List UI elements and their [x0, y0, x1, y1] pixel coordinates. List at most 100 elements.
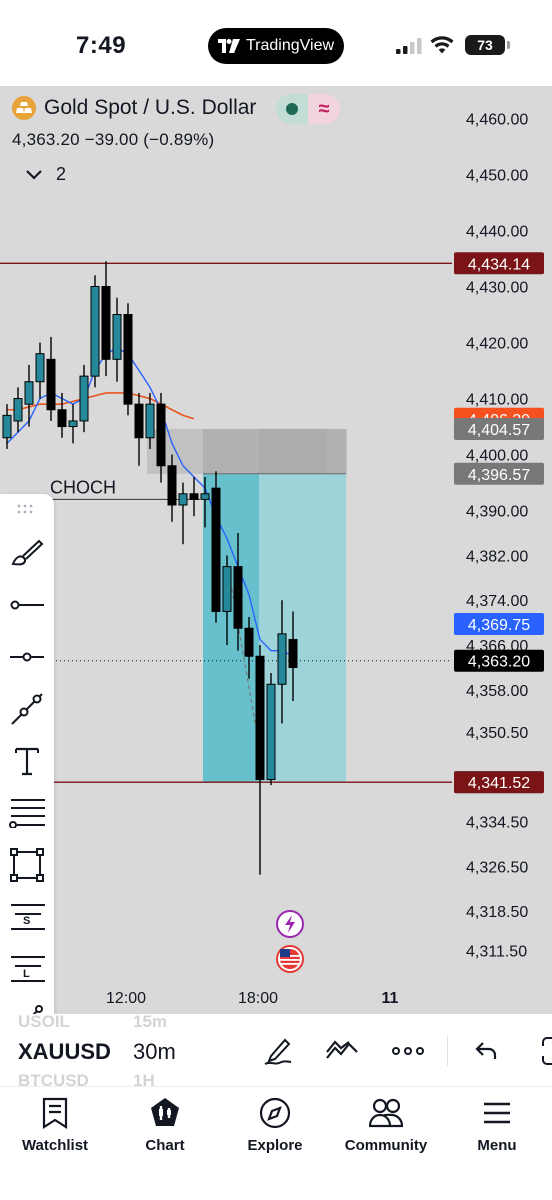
choch-label: CHOCH — [50, 477, 116, 497]
pen-icon — [264, 1038, 292, 1065]
candle-up — [112, 314, 122, 360]
status-bar: 7:49 TradingView 73 — [0, 0, 552, 86]
long-position-icon[interactable]: L — [6, 948, 48, 990]
price-tag: 4,404.57 — [454, 417, 544, 440]
nav-watchlist[interactable]: Watchlist — [0, 1095, 110, 1165]
price-axis-tick: 4,358.00 — [466, 683, 528, 700]
time-axis-tick: 12:00 — [106, 990, 146, 1007]
market-open-icon[interactable] — [276, 94, 308, 124]
price-axis-tick: 4,382.00 — [466, 548, 528, 565]
candle-up — [79, 375, 89, 422]
scroll-symbol-below[interactable]: BTCUSD — [18, 1071, 89, 1086]
price-tag: 4,396.57 — [454, 462, 544, 485]
price-axis-tick: 4,350.50 — [466, 725, 528, 742]
nav-menu[interactable]: Menu — [442, 1095, 552, 1165]
symbol-title: Gold Spot / U.S. Dollar — [44, 96, 257, 119]
indicators-button[interactable] — [322, 1034, 362, 1068]
chevron-down-icon — [26, 169, 42, 180]
market-status-pills[interactable]: ≈ — [276, 94, 340, 124]
candle-up — [277, 633, 287, 685]
short-position-icon[interactable]: S — [6, 896, 48, 938]
price-axis-tick: 4,410.00 — [466, 392, 528, 409]
candle-up — [35, 353, 45, 383]
community-icon — [369, 1098, 403, 1128]
price-axis-tick: 4,390.00 — [466, 504, 528, 521]
price-axis-tick: 4,318.50 — [466, 904, 528, 921]
scroll-interval-below[interactable]: 1H — [133, 1071, 155, 1086]
gold-bars-icon — [12, 96, 36, 120]
candle-up — [222, 566, 232, 612]
drag-handle-icon[interactable] — [6, 496, 48, 522]
nav-community[interactable]: Community — [331, 1095, 441, 1165]
price-tag: 4,341.52 — [454, 771, 544, 794]
drawing-toolbar: S L — [0, 494, 54, 1014]
price-tag-value: 4,396.57 — [468, 467, 530, 484]
time-axis-tick: 18:00 — [238, 990, 278, 1007]
price-axis-tick: 4,311.50 — [466, 943, 527, 960]
chart-icon — [151, 1098, 179, 1126]
undo-icon — [475, 1042, 497, 1059]
data-delay-icon[interactable]: ≈ — [308, 94, 340, 124]
drawing-tools-button[interactable] — [258, 1034, 298, 1068]
price-tag: 4,363.20 — [454, 649, 544, 672]
fullscreen-button[interactable] — [530, 1034, 552, 1068]
battery-indicator: 73 — [465, 35, 510, 55]
candle-up — [178, 493, 188, 506]
line-icon[interactable] — [6, 1000, 48, 1014]
wifi-icon — [430, 36, 454, 54]
undo-button[interactable] — [466, 1034, 506, 1068]
app-badge-label: TradingView — [245, 37, 335, 54]
candle-up — [200, 493, 210, 500]
rectangle-icon[interactable] — [6, 844, 48, 886]
symbol-header[interactable]: Gold Spot / U.S. Dollar — [12, 96, 256, 120]
candle-down — [244, 627, 254, 657]
candle-up — [145, 403, 155, 439]
indicator-count: 2 — [56, 164, 67, 184]
more-options-button[interactable] — [388, 1034, 428, 1068]
candle-up — [2, 414, 12, 439]
price-axis-tick: 4,460.00 — [466, 111, 528, 128]
interval-selector[interactable]: 30m — [133, 1039, 176, 1065]
scroll-symbol-above[interactable]: USOIL — [18, 1014, 70, 1032]
tradingview-app-badge[interactable]: TradingView — [208, 28, 344, 64]
horizontal-line-icon[interactable] — [6, 636, 48, 678]
nav-explore[interactable]: Explore — [220, 1095, 330, 1165]
candle-up — [90, 285, 100, 377]
price-axis-tick: 4,440.00 — [466, 223, 528, 240]
supply-zone-rectangle — [147, 428, 347, 474]
fib-retracement-icon[interactable] — [6, 792, 48, 834]
indicators-toggle[interactable]: 2 — [26, 164, 66, 185]
text-icon[interactable] — [6, 740, 48, 782]
price-axis-tick: 4,326.50 — [466, 859, 528, 876]
candle-down — [233, 566, 243, 629]
status-time: 7:49 — [76, 32, 127, 59]
chart-area[interactable]: CHOCH 4,460.00 4,450.00 4,440.00 4,430.00 4,… — [0, 86, 552, 1014]
price-axis-tick: 4,430.00 — [466, 279, 528, 296]
brush-icon[interactable] — [6, 532, 48, 574]
time-axis-tick: 11 — [382, 990, 399, 1007]
horizontal-ray-icon[interactable] — [6, 584, 48, 626]
more-dots-icon — [392, 1047, 424, 1055]
candle-down — [189, 493, 199, 500]
nav-label: Community — [344, 1137, 428, 1154]
candle-up — [24, 381, 34, 405]
nav-label: Watchlist — [21, 1137, 89, 1154]
price-axis-tick: 4,334.50 — [466, 815, 528, 832]
candle-down — [57, 409, 67, 428]
symbol-selector[interactable]: XAUUSD — [18, 1039, 111, 1065]
price-tag-value: 4,341.52 — [468, 775, 530, 792]
price-tag: 4,434.14 — [454, 252, 544, 275]
compass-icon — [259, 1097, 291, 1129]
price-chart[interactable]: CHOCH 4,460.00 4,450.00 4,440.00 4,430.00 4,… — [0, 86, 552, 1014]
cellular-signal-icon — [396, 38, 422, 54]
symbol-interval-bar: USOIL 15m XAUUSD 30m BTCUSD 1H — [0, 1014, 552, 1086]
trend-line-icon[interactable] — [6, 688, 48, 730]
price-tag-value: 4,363.20 — [468, 654, 530, 671]
nav-chart[interactable]: Chart — [110, 1095, 220, 1165]
scroll-interval-above[interactable]: 15m — [133, 1014, 167, 1032]
svg-text:L: L — [23, 968, 30, 980]
indicators-icon — [326, 1040, 358, 1059]
svg-text:S: S — [23, 915, 30, 927]
candle-down — [288, 638, 298, 668]
candle-up — [68, 420, 78, 428]
